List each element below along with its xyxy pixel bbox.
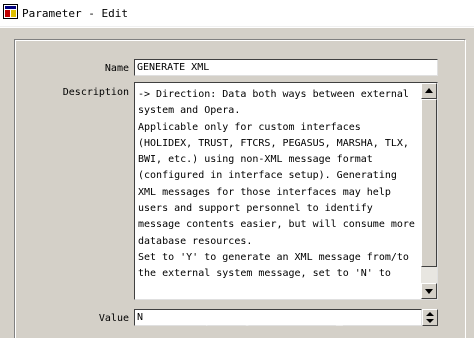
description-line: users and support personnel to identify — [138, 203, 373, 215]
scroll-down-arrow-icon — [425, 289, 433, 294]
lov-icon — [426, 312, 434, 323]
name-label: Name — [104, 63, 129, 74]
scroll-up-button[interactable] — [421, 83, 437, 99]
description-line: system and Opera. — [138, 105, 241, 117]
description-text: -> Direction: Data both ways between ext… — [138, 87, 418, 283]
description-line: (HOLIDEX, TRUST, FTCRS, PEGASUS, MARSHA,… — [138, 137, 409, 149]
app-icon — [3, 4, 18, 19]
scroll-down-button[interactable] — [421, 283, 437, 299]
description-textarea[interactable]: -> Direction: Data both ways between ext… — [134, 82, 438, 300]
description-line: XML messages for those interfaces may he… — [138, 186, 391, 198]
description-line: the external system message, set to 'N' … — [138, 268, 391, 280]
scroll-up-arrow-icon — [425, 88, 433, 93]
description-line: (configured in interface setup). Generat… — [138, 170, 397, 182]
title-bar: Parameter - Edit — [0, 0, 474, 27]
description-line: database resources. — [138, 235, 253, 247]
description-line: Set to 'Y' to generate an XML message fr… — [138, 251, 409, 263]
description-line: Applicable only for custom interfaces — [138, 121, 361, 133]
window-title: Parameter - Edit — [22, 7, 128, 20]
description-scrollbar[interactable] — [421, 83, 437, 299]
value-lov-button[interactable] — [422, 309, 438, 326]
description-line: -> Direction: Data both ways between ext… — [138, 89, 409, 100]
description-label: Description — [62, 87, 129, 98]
name-field[interactable]: GENERATE XML — [134, 59, 438, 76]
description-line: message contents easier, but will consum… — [138, 219, 415, 231]
value-label: Value — [98, 313, 129, 324]
scroll-thumb[interactable] — [421, 99, 437, 267]
divider — [0, 27, 474, 28]
watermark: https://blog.csdn.net/weixin_39579073 — [192, 312, 397, 326]
description-line: BWI, etc.) using non-XML message format — [138, 154, 373, 166]
